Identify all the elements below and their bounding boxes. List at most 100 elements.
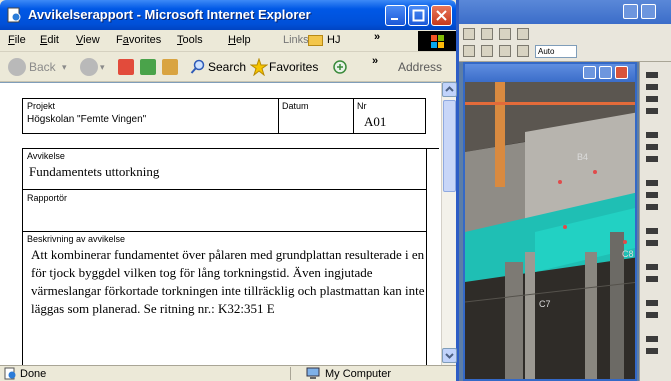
projekt-label: Projekt xyxy=(27,101,56,111)
standard-toolbar: Back ▾ ▾ Search Favorites » Address xyxy=(0,52,456,82)
favorites-star-icon[interactable] xyxy=(250,58,268,76)
scroll-down-button[interactable] xyxy=(442,348,457,363)
background-titlebar xyxy=(455,0,671,24)
close-icon xyxy=(436,10,447,21)
security-zone: My Computer xyxy=(325,368,392,380)
favorites-button[interactable]: Favorites xyxy=(269,60,318,74)
links-folder-hj[interactable]: HJ xyxy=(327,34,340,46)
palette-item[interactable] xyxy=(646,240,658,246)
palette-item[interactable] xyxy=(646,144,658,150)
nr-value: A01 xyxy=(364,114,387,129)
status-text: Done xyxy=(20,368,47,380)
3d-model-scene[interactable] xyxy=(465,82,637,381)
palette-item[interactable] xyxy=(646,336,658,342)
grid-label-c8: C8 xyxy=(622,249,634,259)
forward-arrow-icon[interactable] xyxy=(80,58,98,76)
palette-item[interactable] xyxy=(646,72,658,78)
datum-label: Datum xyxy=(282,101,309,111)
grid-label-c7: C7 xyxy=(539,299,551,309)
vertical-scrollbar[interactable] xyxy=(441,82,457,365)
view-close-button[interactable] xyxy=(615,66,628,79)
beskrivning-value: Att kombinerar fundamentet över pålaren … xyxy=(31,247,425,316)
background-toolbar: Auto xyxy=(455,24,671,62)
palette-item[interactable] xyxy=(646,348,658,354)
avvikelse-label: Avvikelse xyxy=(27,151,65,161)
bg-combo-value: Auto xyxy=(538,47,555,56)
nr-label: Nr xyxy=(357,101,367,111)
bg-tool-icon[interactable] xyxy=(481,45,493,57)
grid-label-b4: B4 xyxy=(577,152,589,162)
ie-window: Avvikelserapport - Microsoft Internet Ex… xyxy=(0,0,459,381)
maximize-button[interactable] xyxy=(408,5,429,26)
bg-tool-icon[interactable] xyxy=(463,45,475,57)
minimize-icon xyxy=(391,18,398,20)
report-form: Avvikelse Fundamentets uttorkning Rappor… xyxy=(22,148,439,367)
palette-item[interactable] xyxy=(646,108,658,114)
bg-tool-icon[interactable] xyxy=(517,28,529,40)
back-button[interactable]: Back xyxy=(29,60,56,74)
palette-item[interactable] xyxy=(646,204,658,210)
projekt-value: Högskolan "Femte Vingen" xyxy=(27,114,147,125)
palette-item[interactable] xyxy=(646,300,658,306)
palette-item[interactable] xyxy=(646,276,658,282)
menu-view[interactable]: View xyxy=(76,34,100,46)
rapportor-label: Rapportör xyxy=(27,193,68,203)
page-content[interactable]: Projekt Högskolan "Femte Vingen" Datum N… xyxy=(0,82,441,367)
address-label[interactable]: Address xyxy=(398,60,442,74)
my-computer-icon xyxy=(306,367,320,379)
media-icon[interactable] xyxy=(332,59,348,75)
back-arrow-icon[interactable] xyxy=(8,58,26,76)
palette-item[interactable] xyxy=(646,228,658,234)
status-bar: Done My Computer xyxy=(0,365,456,381)
bg-tool-icon[interactable] xyxy=(481,28,493,40)
palette-item[interactable] xyxy=(646,312,658,318)
bg-tool-icon[interactable] xyxy=(517,45,529,57)
view-maximize-button[interactable] xyxy=(599,66,612,79)
bg-minimize-button[interactable] xyxy=(623,4,638,19)
palette-item[interactable] xyxy=(646,156,658,162)
folder-icon xyxy=(308,35,323,46)
palette-item[interactable] xyxy=(646,84,658,90)
menu-bar: File Edit View Favorites Tools Help Link… xyxy=(0,30,456,52)
windows-logo-icon xyxy=(418,31,456,51)
palette-item[interactable] xyxy=(646,132,658,138)
menu-edit[interactable]: Edit xyxy=(40,34,59,46)
toolbar-chevron[interactable]: » xyxy=(372,55,378,67)
menu-favorites[interactable]: Favorites xyxy=(116,34,161,46)
3d-view-titlebar[interactable] xyxy=(465,64,635,82)
header-table: Projekt Högskolan "Femte Vingen" Datum N… xyxy=(22,98,426,134)
background-cad-window: Auto B4 C7 C8 xyxy=(455,0,671,381)
menu-file[interactable]: File xyxy=(8,34,26,46)
bg-tool-icon[interactable] xyxy=(499,28,511,40)
maximize-icon xyxy=(412,9,425,22)
menu-tools[interactable]: Tools xyxy=(177,34,203,46)
search-button[interactable]: Search xyxy=(208,60,246,74)
chevron-down-icon xyxy=(445,353,454,359)
scroll-up-button[interactable] xyxy=(442,82,457,97)
beskrivning-label: Beskrivning av avvikelse xyxy=(27,234,126,244)
bg-tool-palette xyxy=(639,62,671,381)
palette-item[interactable] xyxy=(646,96,658,102)
close-button[interactable] xyxy=(431,5,452,26)
bg-combo-box[interactable]: Auto xyxy=(535,45,577,58)
menu-help[interactable]: Help xyxy=(228,34,251,46)
menu-chevron[interactable]: » xyxy=(374,31,380,43)
window-titlebar[interactable]: Avvikelserapport - Microsoft Internet Ex… xyxy=(0,0,456,30)
bg-tool-icon[interactable] xyxy=(463,28,475,40)
chevron-up-icon xyxy=(445,86,454,92)
bg-maximize-button[interactable] xyxy=(641,4,656,19)
scroll-thumb[interactable] xyxy=(443,100,456,192)
beskrivning-section: Beskrivning av avvikelse Att kombinerar … xyxy=(23,232,426,367)
palette-item[interactable] xyxy=(646,264,658,270)
home-icon[interactable] xyxy=(162,59,178,75)
palette-item[interactable] xyxy=(646,192,658,198)
stop-icon[interactable] xyxy=(118,59,134,75)
palette-item[interactable] xyxy=(646,180,658,186)
refresh-icon[interactable] xyxy=(140,59,156,75)
bg-tool-icon[interactable] xyxy=(499,45,511,57)
search-icon[interactable] xyxy=(190,59,206,75)
minimize-button[interactable] xyxy=(385,5,406,26)
view-minimize-button[interactable] xyxy=(583,66,596,79)
3d-view-window[interactable]: B4 C7 C8 xyxy=(463,62,637,381)
links-label[interactable]: Links xyxy=(283,34,309,46)
